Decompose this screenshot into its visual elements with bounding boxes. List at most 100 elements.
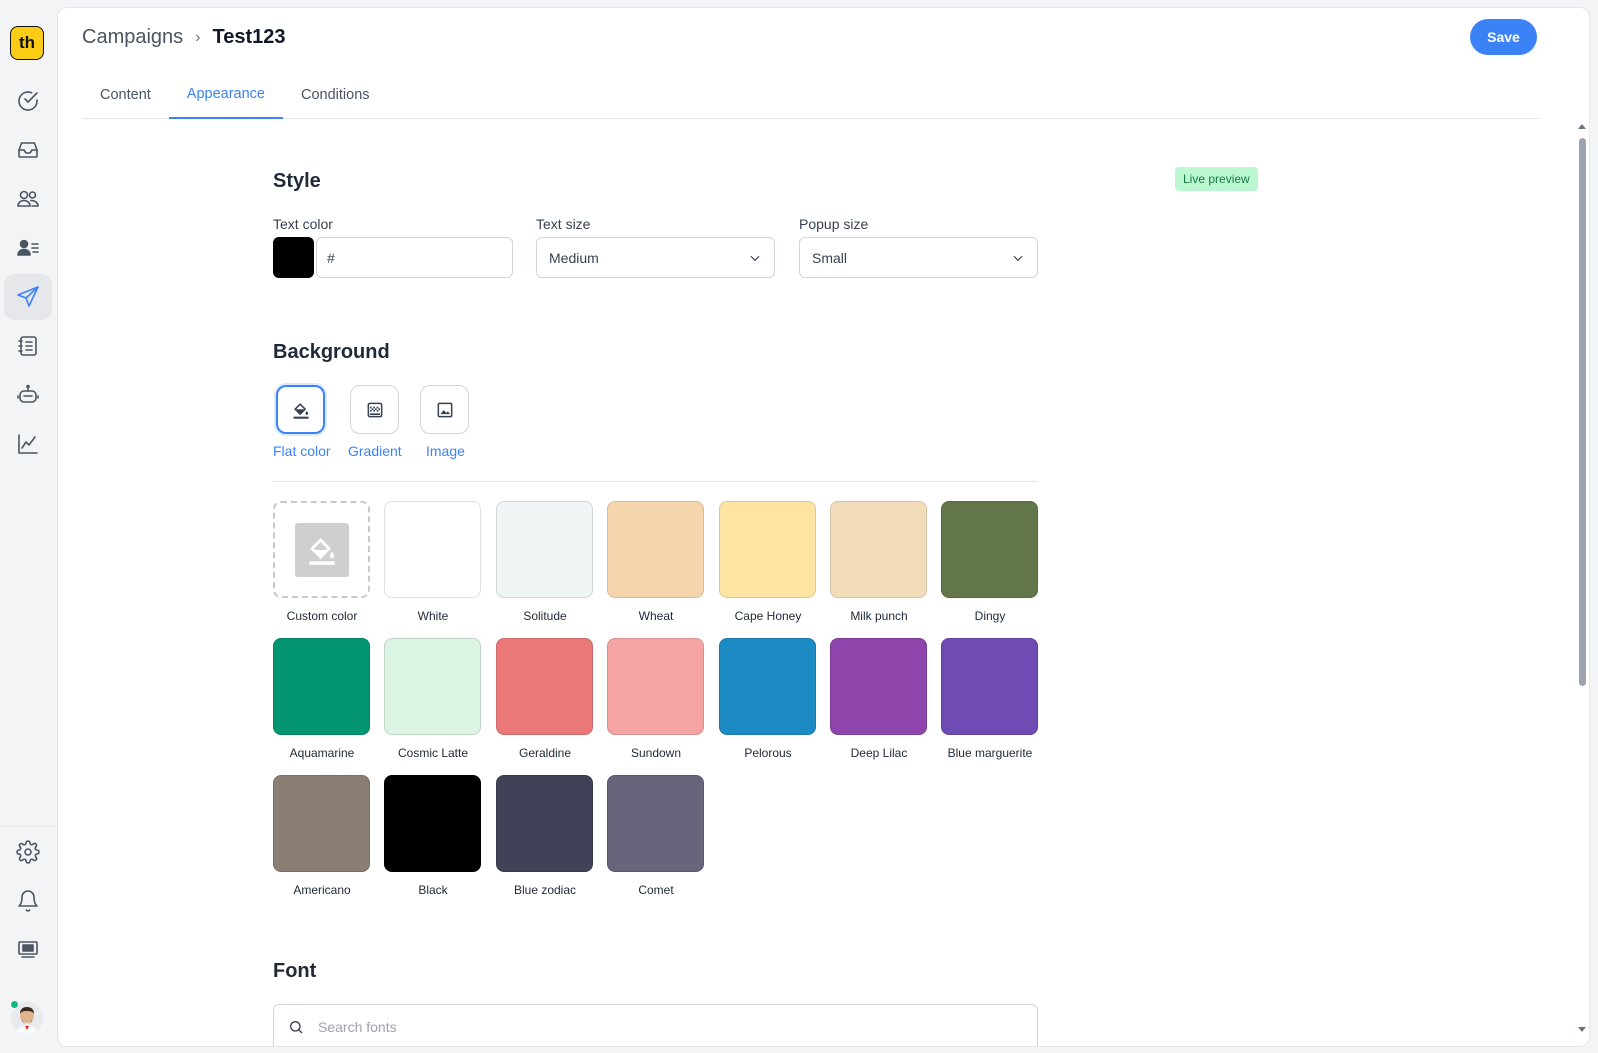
- swatch-cape-honey[interactable]: [719, 501, 816, 598]
- nav-settings[interactable]: [4, 829, 52, 875]
- swatch-white[interactable]: [384, 501, 481, 598]
- nav-notifications[interactable]: [4, 878, 52, 924]
- swatch-custom-color[interactable]: [273, 501, 370, 598]
- swatch-americano[interactable]: [273, 775, 370, 872]
- live-preview-badge[interactable]: Live preview: [1175, 167, 1258, 191]
- swatch-label: Geraldine: [518, 746, 572, 760]
- nav-campaigns[interactable]: [4, 274, 52, 320]
- swatch-dingy[interactable]: [941, 501, 1038, 598]
- swatch-label: Custom color: [286, 609, 358, 623]
- swatch-label: Americano: [293, 883, 351, 897]
- chevron-down-icon: [1013, 255, 1023, 261]
- font-search-input[interactable]: Search fonts: [273, 1004, 1038, 1046]
- swatch-label: Deep Lilac: [850, 746, 908, 760]
- send-icon: [17, 286, 39, 307]
- font-search-placeholder: Search fonts: [318, 1018, 397, 1035]
- swatch-geraldine[interactable]: [496, 638, 593, 735]
- swatch-label: Solitude: [523, 609, 567, 623]
- scroll-up-arrow-icon[interactable]: [1578, 124, 1586, 129]
- popup-size-select[interactable]: Small: [799, 237, 1038, 278]
- popup-size-label: Popup size: [799, 216, 869, 232]
- swatch-label: Blue marguerite: [947, 746, 1033, 760]
- swatch-blue-marguerite[interactable]: [941, 638, 1038, 735]
- swatch-label: Cosmic Latte: [397, 746, 469, 760]
- custom-color-tile: [294, 522, 349, 577]
- nav-bots[interactable]: [4, 372, 52, 418]
- swatch-wheat[interactable]: [607, 501, 704, 598]
- swatch-label: Black: [418, 883, 448, 897]
- sidebar-divider: [0, 826, 56, 827]
- check-circle-icon: [18, 91, 38, 111]
- bg-option-image[interactable]: [420, 385, 469, 434]
- bg-option-gradient-label[interactable]: Gradient: [348, 443, 402, 459]
- online-status-dot: [10, 1000, 19, 1009]
- bell-icon: [18, 890, 38, 912]
- chevron-right-icon: ›: [195, 28, 201, 46]
- swatch-blue-zodiac[interactable]: [496, 775, 593, 872]
- swatch-label: Sundown: [630, 746, 682, 760]
- contacts-icon: [17, 239, 39, 256]
- text-size-label: Text size: [536, 216, 591, 232]
- sidebar: th: [0, 0, 56, 1053]
- swatch-label: Wheat: [638, 609, 674, 623]
- users-icon: [17, 190, 39, 207]
- scrollbar[interactable]: [1575, 120, 1589, 1046]
- bg-option-flat-color-label[interactable]: Flat color: [273, 443, 331, 459]
- logo-text: th: [18, 33, 36, 52]
- paint-bucket-icon: [308, 537, 335, 565]
- text-color-swatch[interactable]: [273, 237, 314, 278]
- swatch-label: Aquamarine: [289, 746, 355, 760]
- tab-appearance[interactable]: Appearance: [168, 70, 283, 119]
- tab-conditions[interactable]: Conditions: [283, 70, 388, 119]
- breadcrumb-campaigns-link[interactable]: Campaigns: [82, 26, 183, 49]
- swatch-deep-lilac[interactable]: [830, 638, 927, 735]
- swatch-sundown[interactable]: [607, 638, 704, 735]
- swatch-label: Comet: [638, 883, 674, 897]
- swatch-label: Milk punch: [850, 609, 908, 623]
- nav-inbox[interactable]: [4, 127, 52, 173]
- nav-users[interactable]: [4, 176, 52, 222]
- background-divider: [273, 481, 1038, 482]
- swatch-label: Dingy: [974, 609, 1006, 623]
- swatch-black[interactable]: [384, 775, 481, 872]
- notebook-icon: [18, 336, 37, 356]
- swatch-pelorous[interactable]: [719, 638, 816, 735]
- image-icon: [437, 402, 452, 417]
- swatch-solitude[interactable]: [496, 501, 593, 598]
- tab-content[interactable]: Content: [82, 70, 169, 119]
- scrollbar-thumb[interactable]: [1579, 138, 1586, 686]
- nav-billing[interactable]: [4, 926, 52, 972]
- nav-contacts[interactable]: [4, 225, 52, 271]
- bg-option-flat-color[interactable]: [276, 385, 325, 434]
- nav-analytics[interactable]: [4, 421, 52, 467]
- page-title: Test123: [212, 26, 286, 48]
- swatch-cosmic-latte[interactable]: [384, 638, 481, 735]
- main-panel: Campaigns › Test123 Save Content Appeara…: [57, 7, 1590, 1047]
- swatch-comet[interactable]: [607, 775, 704, 872]
- gradient-icon: [367, 402, 382, 417]
- style-section-title: Style: [273, 170, 321, 192]
- text-size-select[interactable]: Medium: [536, 237, 775, 278]
- swatch-milk-punch[interactable]: [830, 501, 927, 598]
- text-color-input[interactable]: #: [316, 237, 513, 278]
- save-button[interactable]: Save: [1470, 19, 1537, 55]
- breadcrumb: Campaigns › Test123: [82, 26, 286, 49]
- paint-bucket-icon: [293, 402, 308, 419]
- nav-tasks[interactable]: [4, 78, 52, 124]
- popup-size-value: Small: [812, 249, 848, 266]
- app-logo[interactable]: th: [10, 26, 44, 60]
- bg-option-image-label[interactable]: Image: [426, 443, 465, 459]
- background-section-title: Background: [273, 341, 390, 363]
- bg-option-gradient[interactable]: [350, 385, 399, 434]
- billing-icon: [18, 941, 38, 958]
- nav-notebook[interactable]: [4, 323, 52, 369]
- chevron-down-icon: [750, 255, 760, 261]
- swatch-aquamarine[interactable]: [273, 638, 370, 735]
- scroll-down-arrow-icon[interactable]: [1578, 1027, 1586, 1032]
- swatch-label: Blue zodiac: [513, 883, 577, 897]
- gear-icon: [16, 840, 40, 864]
- font-section-title: Font: [273, 960, 317, 982]
- swatch-label: Pelorous: [744, 746, 792, 760]
- text-color-label: Text color: [273, 216, 333, 232]
- bot-icon: [17, 384, 39, 403]
